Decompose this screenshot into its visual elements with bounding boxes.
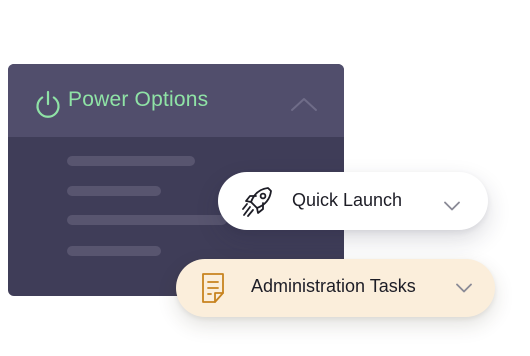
rocket-icon <box>242 187 272 217</box>
administration-tasks-label: Administration Tasks <box>251 276 416 296</box>
administration-tasks-card[interactable]: Administration Tasks <box>176 259 495 317</box>
power-icon <box>36 90 60 118</box>
power-options-header[interactable]: Power Options <box>8 64 344 137</box>
power-options-title: Power Options <box>68 88 209 111</box>
chevron-down-icon[interactable] <box>444 201 460 211</box>
quick-launch-label: Quick Launch <box>292 190 403 210</box>
chevron-down-icon[interactable] <box>456 283 472 293</box>
stage: Power Options Quick Launch Administratio… <box>0 0 530 356</box>
placeholder-line <box>67 156 195 166</box>
placeholder-line <box>67 186 161 196</box>
quick-launch-card[interactable]: Quick Launch <box>218 172 488 230</box>
document-icon <box>202 273 224 303</box>
placeholder-line <box>67 246 161 256</box>
chevron-up-icon[interactable] <box>290 96 318 112</box>
placeholder-line <box>67 215 227 225</box>
